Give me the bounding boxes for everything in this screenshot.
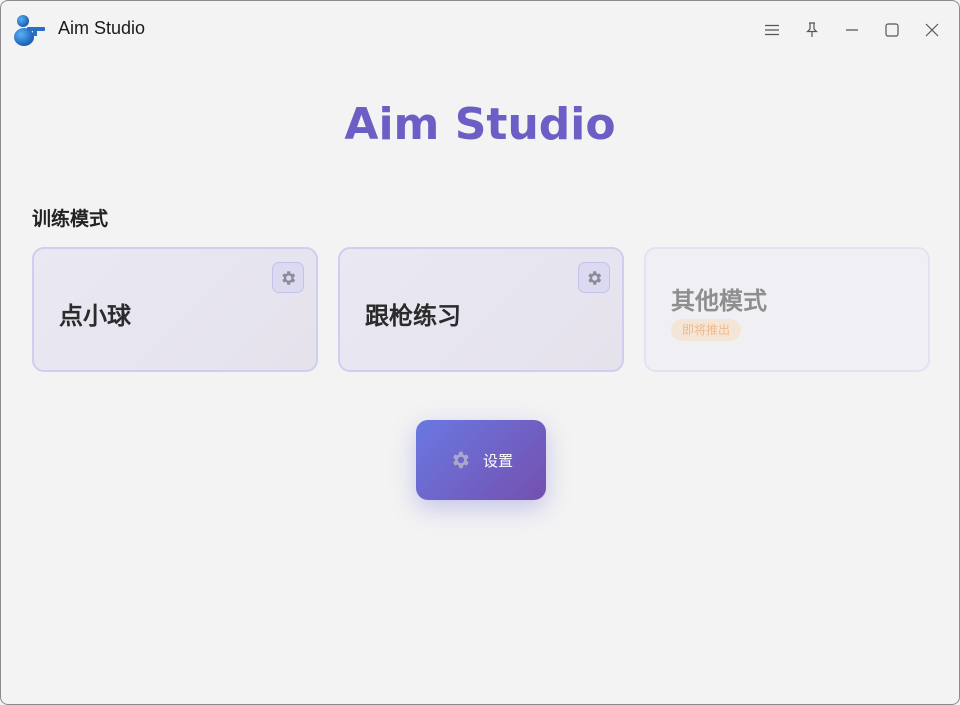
title-bar: Aim Studio bbox=[1, 1, 959, 59]
settings-button[interactable]: 设置 bbox=[416, 420, 546, 500]
close-icon[interactable] bbox=[917, 15, 947, 45]
mode-card-title: 点小球 bbox=[59, 302, 131, 330]
mode-card-other: 其他模式 即将推出 bbox=[644, 247, 930, 372]
mode-card-title: 跟枪练习 bbox=[365, 302, 461, 330]
maximize-icon[interactable] bbox=[877, 15, 907, 45]
pin-icon[interactable] bbox=[797, 15, 827, 45]
hero-title: Aim Studio bbox=[344, 99, 616, 150]
minimize-icon[interactable] bbox=[837, 15, 867, 45]
mode-card-title: 其他模式 bbox=[671, 287, 767, 315]
app-window: Aim Studio Aim Studio 训练模式 点小球 跟枪练习 其他模式… bbox=[0, 0, 960, 705]
gear-icon bbox=[588, 270, 602, 285]
gear-icon bbox=[282, 270, 296, 285]
settings-button-label: 设置 bbox=[482, 451, 513, 470]
mode-card-click-ball[interactable]: 点小球 bbox=[32, 247, 318, 372]
mode-settings-button[interactable] bbox=[272, 262, 304, 293]
section-label-training-modes: 训练模式 bbox=[32, 208, 109, 230]
window-title: Aim Studio bbox=[58, 18, 146, 38]
mode-settings-button[interactable] bbox=[578, 262, 610, 293]
gear-icon bbox=[453, 451, 469, 469]
app-logo-icon bbox=[13, 13, 47, 47]
menu-icon[interactable] bbox=[757, 15, 787, 45]
coming-soon-badge: 即将推出 bbox=[671, 319, 742, 341]
mode-card-tracking[interactable]: 跟枪练习 bbox=[338, 247, 624, 372]
